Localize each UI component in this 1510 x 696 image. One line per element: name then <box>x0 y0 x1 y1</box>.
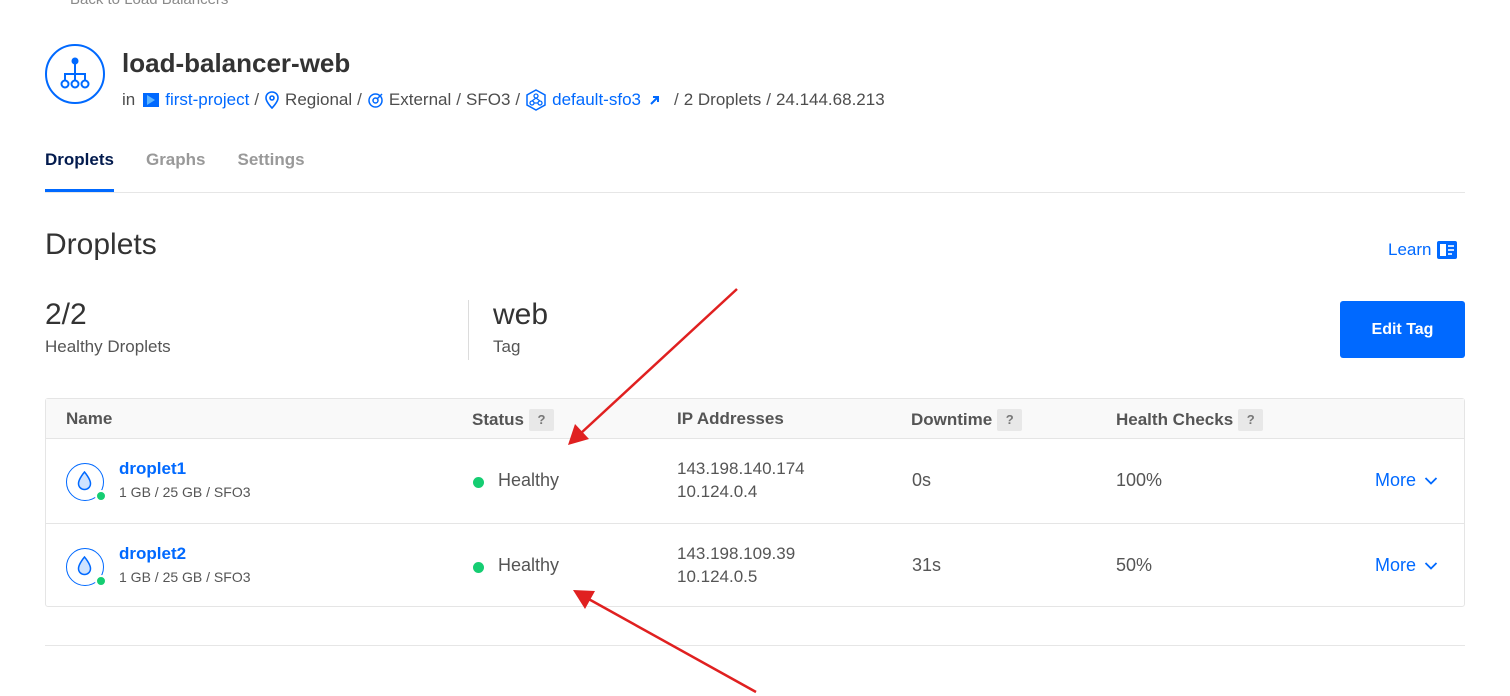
annotation-arrow-top <box>568 288 738 445</box>
annotation-arrow-bottom <box>573 590 757 694</box>
annotation-arrows <box>568 288 757 694</box>
